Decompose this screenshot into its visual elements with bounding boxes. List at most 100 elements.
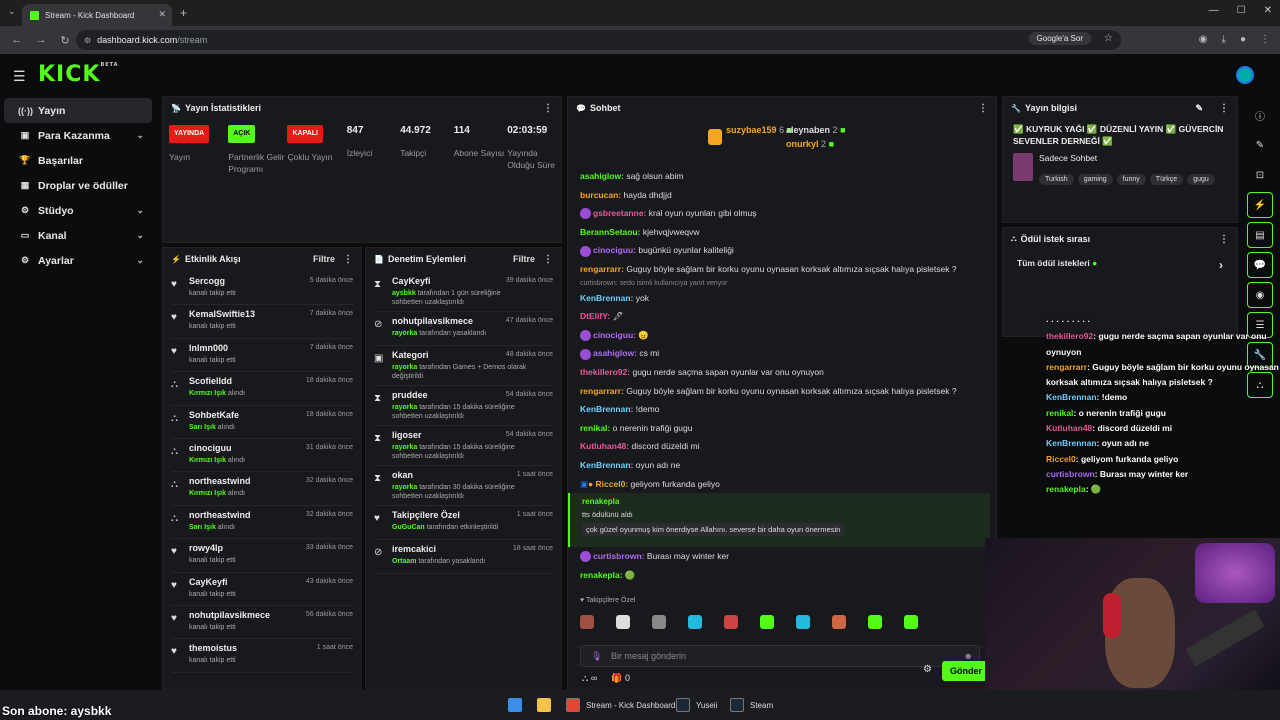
gift-count[interactable]: 🎁 0 xyxy=(611,673,630,684)
chat-settings-icon[interactable]: ⚙ xyxy=(923,664,932,675)
broadcast-tool-icon[interactable]: ◉ xyxy=(1247,282,1273,308)
chat-username[interactable]: curtisbrown xyxy=(593,551,642,561)
mod-item[interactable]: ⧗ ligoser rayorka tarafından 15 dakika sür… xyxy=(374,426,553,466)
activity-item[interactable]: ⛬ northeastwind Sarı Işık alındı 32 dakika … xyxy=(171,506,353,540)
chat-message[interactable]: DtElifY: 🖋 xyxy=(580,307,990,326)
chat-username[interactable]: asahiglow xyxy=(593,348,634,358)
chat-username[interactable]: renikal xyxy=(580,423,607,433)
mod-item[interactable]: ⊘ iremcakici Ortaam tarafından yasaklandı 1… xyxy=(374,540,553,574)
chat-message[interactable]: renakepla: 🟢 xyxy=(580,566,990,585)
new-tab-button[interactable]: + xyxy=(180,6,187,20)
user-avatar[interactable] xyxy=(1236,66,1254,84)
taskbar-app[interactable]: Yuseii xyxy=(676,696,717,714)
chat-message[interactable]: asahiglow: cs mi xyxy=(580,344,990,363)
activity-item[interactable]: ♥ Sercogg kanalı takip etti 5 dakika önce xyxy=(171,272,353,306)
chat-message[interactable]: gsbreetanne: kral oyun oyunları gibi olm… xyxy=(580,204,990,223)
chat-message[interactable]: thekillero92: gugu nerde saçma sapan oyu… xyxy=(580,363,990,382)
chat-username[interactable]: KenBrennan xyxy=(580,293,631,303)
emote-icon[interactable] xyxy=(652,615,666,629)
lightning-tool-icon[interactable]: ⚡ xyxy=(1247,192,1273,218)
chat-message[interactable]: cinociguu: 😠 xyxy=(580,326,990,345)
mod-item[interactable]: ⊘ nohutpilavsikmece rayorka tarafından yas… xyxy=(374,312,553,346)
emote-icon[interactable] xyxy=(580,615,594,629)
info-icon[interactable]: ⓘ xyxy=(1247,102,1273,128)
chat-message[interactable]: BerannSetaou: kjehvqjvweqvw xyxy=(580,223,990,242)
profile-icon[interactable]: ● xyxy=(1240,34,1246,45)
tag[interactable]: gaming xyxy=(1077,174,1113,185)
download-icon[interactable]: ⤓ xyxy=(1222,34,1226,45)
activity-item[interactable]: ⛬ Scofielldd Kırmızı Işık alındı 18 dakika … xyxy=(171,372,353,406)
activity-item[interactable]: ♥ rowy4lp kanalı takip etti 33 dakika önce xyxy=(171,539,353,573)
chat-username[interactable]: cinociguu xyxy=(593,245,633,255)
chat-username[interactable]: KenBrennan xyxy=(580,460,631,470)
activity-item[interactable]: ♥ lnlmn000 kanalı takip etti 7 dakika önce xyxy=(171,339,353,373)
chat-menu-icon[interactable]: ⋮ xyxy=(978,103,988,114)
emoji-icon[interactable]: ☻ xyxy=(964,651,973,661)
emote-icon[interactable] xyxy=(724,615,738,629)
chat-username[interactable]: renakepla xyxy=(580,570,620,580)
chat-username[interactable]: rengarrarr xyxy=(580,386,621,396)
windows-start-icon[interactable] xyxy=(508,696,528,714)
activity-item[interactable]: ♥ KemalSwiftie13 kanalı takip etti 7 dakika… xyxy=(171,305,353,339)
chevron-down-icon[interactable]: ⌄ xyxy=(136,130,144,141)
chat-message[interactable]: asahiglow: sağ olsun abim xyxy=(580,167,990,186)
activity-menu-icon[interactable]: ⋮ xyxy=(343,254,353,265)
reward-menu-icon[interactable]: ⋮ xyxy=(1219,234,1229,245)
taskbar-app[interactable]: Steam xyxy=(730,696,773,714)
menu-icon[interactable]: ⋮ xyxy=(1260,34,1270,45)
chevron-down-icon[interactable]: ⌄ xyxy=(136,230,144,241)
activity-item[interactable]: ♥ nohutpilavsikmece kanalı takip etti 56 da… xyxy=(171,606,353,640)
pencil-icon[interactable]: ✎ xyxy=(1247,132,1273,158)
chat-username[interactable]: rengarrarr xyxy=(580,264,621,274)
chat-message[interactable]: KenBrennan: !demo xyxy=(580,400,990,419)
stats-menu-icon[interactable]: ⋮ xyxy=(543,103,553,114)
activity-item[interactable]: ⛬ cinociguu Kırmızı Işık alındı 31 dakika ö… xyxy=(171,439,353,473)
reward-infinity[interactable]: ⛬ ∞ xyxy=(582,673,597,684)
emote-icon[interactable] xyxy=(904,615,918,629)
hamburger-menu-icon[interactable]: ☰ xyxy=(13,68,26,85)
top-gifter[interactable]: onurkyl 2 ■ xyxy=(786,139,834,149)
chat-username[interactable]: BerannSetaou xyxy=(580,227,638,237)
focus-icon[interactable]: ⊡ xyxy=(1247,162,1273,188)
bookmark-star-icon[interactable]: ☆ xyxy=(1104,33,1113,44)
sidebar-item-1[interactable]: ▣ Para Kazanma ⌄ xyxy=(4,123,152,148)
mod-item[interactable]: ⧗ okan rayorka tarafından 30 dakika süreli… xyxy=(374,466,553,506)
emote-icon[interactable] xyxy=(688,615,702,629)
stream-info-menu-icon[interactable]: ⋮ xyxy=(1219,103,1229,114)
chat-username[interactable]: gsbreetanne xyxy=(593,208,644,218)
file-explorer-icon[interactable] xyxy=(537,696,557,714)
tag[interactable]: gugu xyxy=(1187,174,1215,185)
url-input[interactable]: ⚙ dashboard.kick.com/stream Google'a Sor… xyxy=(76,30,1121,50)
forward-icon[interactable]: → xyxy=(34,34,48,46)
chat-username[interactable]: thekillero92 xyxy=(580,367,627,377)
send-button[interactable]: Gönder xyxy=(941,661,990,681)
chat-username[interactable]: Riccel0 xyxy=(596,479,626,489)
emote-icon[interactable] xyxy=(760,615,774,629)
sidebar-item-0[interactable]: ((·)) Yayın xyxy=(4,98,152,123)
doc-tool-icon[interactable]: ▤ xyxy=(1247,222,1273,248)
emote-icon[interactable] xyxy=(796,615,810,629)
mic-icon[interactable]: 🎙 xyxy=(591,651,602,662)
activity-item[interactable]: ⛬ SohbetKafe Sarı Işık alındı 18 dakika önc… xyxy=(171,406,353,439)
chat-message[interactable]: Kutluhan48: discord düzeldi mi xyxy=(580,437,990,456)
taskbar-app[interactable]: Stream - Kick Dashboard xyxy=(566,696,675,714)
chat-message[interactable]: KenBrennan: oyun adı ne xyxy=(580,456,990,475)
sidebar-item-5[interactable]: ▭ Kanal ⌄ xyxy=(4,223,152,248)
activity-item[interactable]: ♥ CayKeyfi kanalı takip etti 43 dakika önce xyxy=(171,573,353,606)
reload-icon[interactable]: ↻ xyxy=(58,34,72,47)
sidebar-item-3[interactable]: ▦ Droplar ve ödüller xyxy=(4,173,152,198)
maximize-icon[interactable]: ☐ xyxy=(1237,5,1246,16)
chevron-down-icon[interactable]: ⌄ xyxy=(136,205,144,216)
chat-tool-icon[interactable]: 💬 xyxy=(1247,252,1273,278)
activity-filter-button[interactable]: Filtre xyxy=(313,254,335,264)
google-ask-button[interactable]: Google'a Sor xyxy=(1028,32,1091,45)
mod-item[interactable]: ⧗ pruddee rayorka tarafından 15 dakika sür… xyxy=(374,386,553,426)
top-gifter[interactable]: suzybae159 6 ■ xyxy=(726,125,792,135)
chat-message[interactable]: burcucan: hayda dhdjjd xyxy=(580,186,990,205)
mod-item[interactable]: ⧗ CayKeyfi aysbkk tarafından 1 gün süreliğ… xyxy=(374,272,553,312)
chevron-down-icon[interactable]: ⌄ xyxy=(136,255,144,266)
chat-username[interactable]: Kutluhan48 xyxy=(580,441,626,451)
chat-username[interactable]: DtElifY xyxy=(580,311,607,321)
tag[interactable]: Türkçe xyxy=(1149,174,1184,185)
tag[interactable]: funny xyxy=(1116,174,1146,185)
